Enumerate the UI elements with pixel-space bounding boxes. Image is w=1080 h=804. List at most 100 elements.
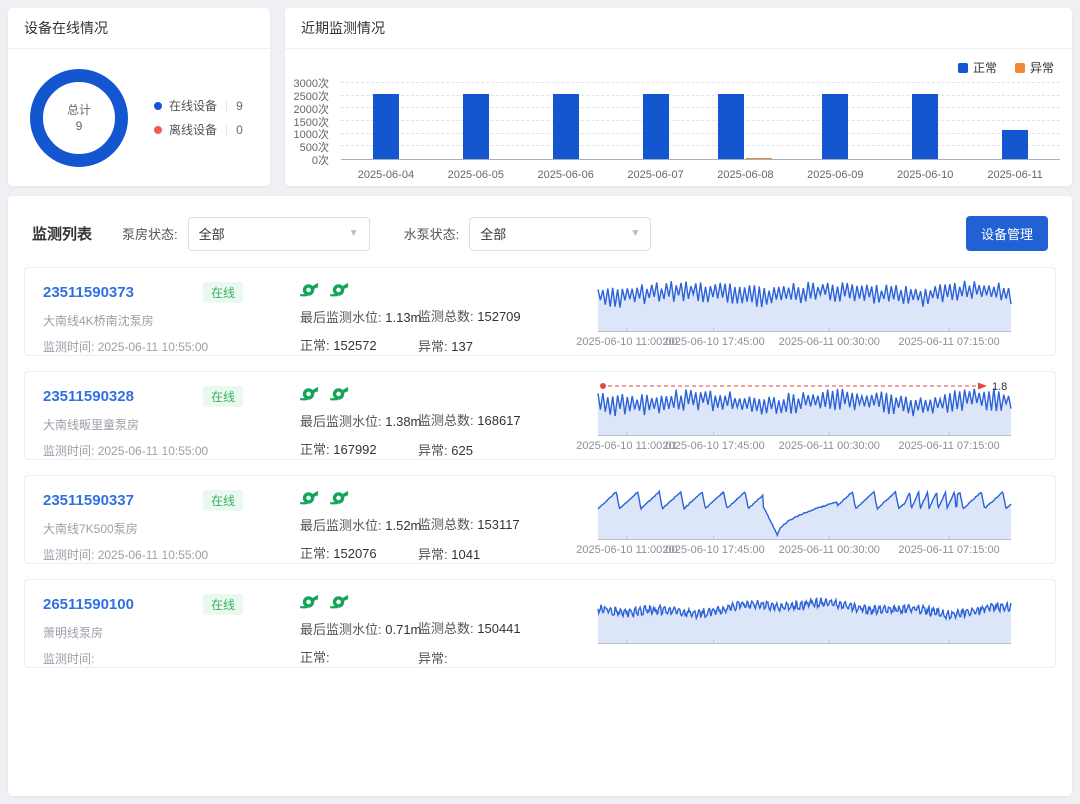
water-level-value: 0.71m (385, 622, 421, 637)
pump-icon (330, 281, 349, 297)
threshold-label: 1.8 (992, 381, 1007, 393)
sparkline-chart: 1.8 (598, 380, 1011, 436)
online-count: 9 (236, 99, 243, 113)
monitor-time-label: 监测时间: (43, 340, 94, 354)
normal-label: 正常: (300, 338, 330, 353)
chevron-down-icon: ▼ (630, 228, 640, 239)
monitor-list-header: 监测列表 泵房状态: 全部 ▼ 水泵状态: 全部 ▼ 设备管理 (8, 196, 1072, 267)
device-online-body: 总计 9 在线设备 | 9 离线设备 | 0 (8, 49, 270, 186)
device-name: 大南线4K桥南沈泵房 (43, 312, 243, 329)
normal-count: 正常: 167992 (300, 439, 418, 458)
monitor-time-label: 监测时间: (43, 444, 94, 458)
device-name: 大南线7K500泵房 (43, 520, 243, 537)
recent-monitor-card-header: 近期监测情况 (285, 8, 1072, 49)
water-level-sparkline (598, 588, 1011, 659)
water-level-column: 最后监测水位: 1.13m 正常: 152572 (300, 276, 418, 347)
sparkline-chart (598, 276, 1011, 332)
sparkline-tick-label: 2025-06-10 17:45:00 (663, 440, 765, 452)
sparkline-tick-label: 2025-06-10 17:45:00 (663, 336, 765, 348)
monitor-time-label: 监测时间: (43, 548, 94, 562)
water-pump-status-select[interactable]: 全部 ▼ (469, 217, 651, 251)
sparkline-tick-label: 2025-06-11 07:15:00 (898, 544, 999, 556)
water-level-label: 最后监测水位: (300, 622, 382, 637)
donut-center: 总计 9 (67, 102, 91, 134)
legend-divider: | (225, 99, 228, 113)
sparkline-chart (598, 484, 1011, 540)
donut-center-value: 9 (67, 118, 91, 134)
pump-icon (330, 489, 349, 505)
pump-icon (330, 385, 349, 401)
pump-icon (300, 385, 319, 401)
monitor-time-value: 2025-06-11 10:55:00 (98, 548, 209, 562)
bar-chart-plot-area (341, 83, 1060, 160)
device-online-card-header: 设备在线情况 (8, 8, 270, 49)
device-info-column: 23511590373 在线 大南线4K桥南沈泵房 监测时间: 2025-06-… (43, 276, 243, 347)
pump-icons (300, 488, 418, 506)
monitor-list-rows: 23511590373 在线 大南线4K桥南沈泵房 监测时间: 2025-06-… (8, 267, 1072, 699)
device-id-link[interactable]: 23511590373 (43, 284, 134, 301)
normal-count: 正常: 152076 (300, 543, 418, 562)
online-dot-icon (154, 102, 162, 110)
normal-value: 167992 (333, 442, 376, 457)
device-info-column: 23511590328 在线 大南线畈里童泵房 监测时间: 2025-06-11… (43, 380, 243, 451)
pump-icon (300, 489, 319, 505)
sparkline-tick-label: 2025-06-11 07:15:00 (898, 440, 999, 452)
device-manage-button[interactable]: 设备管理 (966, 216, 1048, 251)
sparkline-x-axis: 2025-06-10 11:00:002025-06-10 17:45:0020… (598, 336, 1011, 349)
donut-center-label: 总计 (67, 102, 91, 118)
device-legend: 在线设备 | 9 离线设备 | 0 (154, 90, 243, 145)
water-level-sparkline: 2025-06-10 11:00:002025-06-10 17:45:0020… (598, 276, 1011, 347)
water-pump-status-filter: 水泵状态: 全部 ▼ (404, 217, 652, 251)
abnormal-label: 异常: (418, 339, 448, 354)
water-level-sparkline: 2025-06-10 11:00:002025-06-10 17:45:0020… (598, 484, 1011, 555)
sparkline-tick-label: 2025-06-10 17:45:00 (663, 544, 765, 556)
abnormal-label: 异常: (418, 651, 448, 666)
normal-count: 正常: (300, 647, 418, 666)
abnormal-count: 异常: 1041 (418, 544, 556, 563)
water-level-value: 1.38m (385, 414, 421, 429)
device-info-column: 23511590337 在线 大南线7K500泵房 监测时间: 2025-06-… (43, 484, 243, 555)
legend-item-异常: 异常 (1015, 59, 1054, 76)
device-id-link[interactable]: 26511590100 (43, 596, 134, 613)
water-level-sparkline: 1.8 2025-06-10 11:00:012025-06-10 17:45:… (598, 380, 1011, 451)
dashboard-page: 设备在线情况 总计 9 在线设备 | 9 (0, 0, 1080, 804)
device-monitor-time: 监测时间: 2025-06-11 10:55:00 (43, 442, 243, 459)
device-online-card: 设备在线情况 总计 9 在线设备 | 9 (8, 8, 270, 186)
total-count: 监测总数: 152709 (418, 306, 556, 325)
device-name: 大南线畈里童泵房 (43, 416, 243, 433)
monitor-list-item: 26511590100 在线 萧明线泵房 监测时间: (24, 579, 1056, 668)
total-label: 监测总数: (418, 309, 474, 324)
device-id-link[interactable]: 23511590337 (43, 492, 134, 509)
device-id-link[interactable]: 23511590328 (43, 388, 134, 405)
pump-icon (300, 281, 319, 297)
water-level-value: 1.13m (385, 310, 421, 325)
water-level-label: 最后监测水位: (300, 414, 382, 429)
online-status-badge: 在线 (203, 490, 243, 511)
pump-icon (330, 593, 349, 609)
bar-chart-y-axis: 0次500次1000次1500次2000次2500次3000次 (285, 83, 335, 160)
normal-label: 正常: (300, 546, 330, 561)
sparkline-x-axis: 2025-06-10 11:00:012025-06-10 17:45:0020… (598, 440, 1011, 453)
bar-chart-x-axis: 2025-06-042025-06-052025-06-062025-06-07… (341, 169, 1060, 181)
normal-label: 正常: (300, 650, 330, 665)
last-water-level: 最后监测水位: 1.13m (300, 307, 418, 326)
abnormal-count: 异常: (418, 648, 556, 667)
pump-room-status-select[interactable]: 全部 ▼ (188, 217, 370, 251)
stats-column: 监测总数: 152709 异常: 137 (418, 276, 556, 347)
abnormal-count: 异常: 625 (418, 440, 556, 459)
sparkline-tick-label: 2025-06-11 00:30:00 (779, 336, 880, 348)
legend-divider: | (225, 123, 228, 137)
abnormal-value: 1041 (451, 547, 480, 562)
recent-monitor-bar-chart: 正常异常 0次500次1000次1500次2000次2500次3000次 202… (285, 49, 1072, 186)
water-level-column: 最后监测水位: 0.71m 正常: (300, 588, 418, 659)
device-online-title: 设备在线情况 (24, 18, 108, 38)
sparkline-tick-label: 2025-06-11 00:30:00 (779, 440, 880, 452)
pump-room-status-label: 泵房状态: (122, 224, 178, 243)
total-count: 监测总数: 153117 (418, 514, 556, 533)
pump-room-status-filter: 泵房状态: 全部 ▼ (122, 217, 370, 251)
sparkline-chart (598, 588, 1011, 644)
monitor-time-label: 监测时间: (43, 652, 94, 666)
abnormal-label: 异常: (418, 547, 448, 562)
pump-room-status-value: 全部 (199, 224, 225, 243)
total-value: 150441 (477, 621, 520, 636)
